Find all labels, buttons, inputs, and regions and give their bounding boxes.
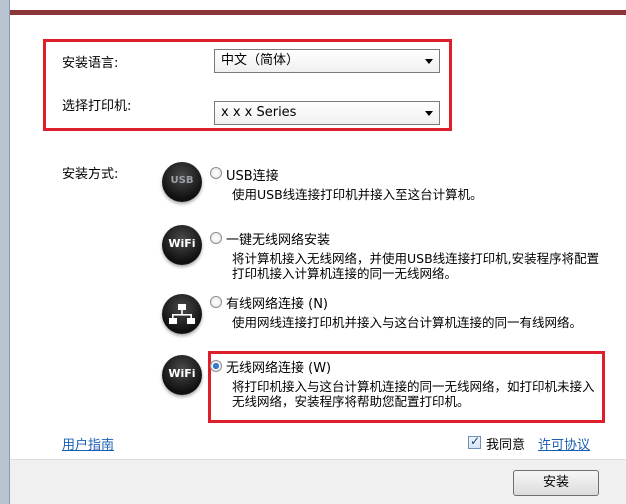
- wired-network-option-description: 使用网线连接打印机并接入与这台计算机连接的同一有线网络。: [232, 315, 583, 330]
- checkmark-icon: ✓: [470, 434, 481, 448]
- wireless-network-option-description: 将打印机接入与这台计算机连接的同一无线网络，如打印机未接入无线网络，安装程序将帮…: [232, 379, 595, 409]
- wireless-network-option-title: 无线网络连接 (W): [226, 361, 332, 376]
- wireless-network-radio[interactable]: [210, 360, 222, 372]
- language-select-value: 中文（简体）: [221, 53, 300, 68]
- footer-bar: 安装: [10, 459, 626, 504]
- install-button[interactable]: 安装: [513, 470, 599, 496]
- language-label: 安装语言:: [62, 56, 119, 71]
- wifi-icon: WiFi: [162, 225, 202, 265]
- network-topology-glyph: [169, 304, 195, 324]
- language-select[interactable]: 中文（简体）: [214, 49, 440, 73]
- chevron-down-icon: [425, 59, 433, 64]
- wired-network-radio[interactable]: [210, 296, 222, 308]
- usb-option-title: USB连接: [226, 169, 279, 184]
- installer-panel: 安装语言: 中文（简体） 选择打印机: x x x Series 安装方式: U…: [10, 15, 626, 504]
- window-left-border: [0, 0, 10, 504]
- usb-icon: USB: [162, 162, 202, 202]
- license-agreement-link[interactable]: 许可协议: [538, 434, 590, 453]
- window-title-strip: [0, 0, 626, 16]
- usb-radio[interactable]: [210, 167, 222, 179]
- install-mode-label: 安装方式:: [62, 167, 119, 182]
- printer-select[interactable]: x x x Series: [214, 101, 440, 125]
- wired-network-option-title: 有线网络连接 (N): [226, 297, 329, 312]
- printer-label: 选择打印机:: [62, 99, 132, 114]
- chevron-down-icon: [425, 111, 433, 116]
- wired-network-icon: [162, 294, 202, 334]
- wifi-icon: WiFi: [162, 355, 202, 395]
- agree-checkbox[interactable]: ✓: [468, 434, 481, 449]
- user-guide-link[interactable]: 用户指南: [62, 434, 114, 453]
- printer-select-value: x x x Series: [221, 105, 297, 120]
- one-click-wireless-option-description: 将计算机接入无线网络，并使用USB线连接打印机,安装程序将配置打印机接入计算机连…: [232, 251, 600, 281]
- agree-label: 我同意: [486, 438, 526, 453]
- one-click-wireless-option-title: 一键无线网络安装: [226, 233, 331, 248]
- one-click-wireless-radio[interactable]: [210, 232, 222, 244]
- usb-option-description: 使用USB线连接打印机并接入至这台计算机。: [232, 187, 483, 202]
